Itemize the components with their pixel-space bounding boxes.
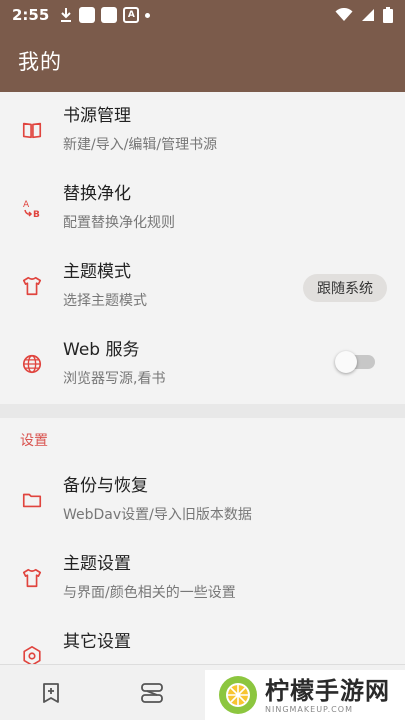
menu-item-backup-restore[interactable]: 备份与恢复 WebDav设置/导入旧版本数据 [0,462,405,540]
item-subtitle: 配置替换净化规则 [63,215,175,231]
status-time: 2:55 [12,6,50,24]
item-title: 其它设置 [63,632,131,652]
item-title: 书源管理 [63,106,131,126]
lemon-logo-icon [219,676,257,714]
item-title: 替换净化 [63,184,131,204]
signal-icon [362,9,374,21]
site-watermark: 柠檬手游网 NINGMAKEUP.COM [205,670,405,720]
status-system-icons [335,7,393,23]
replace-icon: A B [20,196,44,220]
app-bar: 我的 [0,30,405,92]
wifi-icon [335,8,353,21]
item-title: 主题模式 [63,262,131,282]
page-title: 我的 [18,50,62,74]
nav-discover[interactable] [101,665,202,720]
item-subtitle: 与界面/颜色相关的一些设置 [63,585,236,601]
status-notification-icons: A [59,7,151,23]
settings-icon [20,644,44,664]
bookmark-add-icon [42,682,59,703]
theme-mode-selector[interactable]: 跟随系统 [303,274,387,302]
settings-section-header: 设置 [20,433,48,449]
item-title: 备份与恢复 [63,476,148,496]
status-bar: 2:55 A [0,0,405,30]
web-service-toggle[interactable] [335,351,375,373]
svg-text:B: B [33,210,40,220]
section-divider [0,404,405,418]
folder-icon [20,488,44,512]
watermark-title: 柠檬手游网 [265,676,390,705]
settings-section: 设置 备份与恢复 WebDav设置/导入旧版本数据 主题设置 与界面/颜色相关的… [0,418,405,664]
download-icon [61,8,72,22]
battery-icon [383,7,393,23]
menu-item-theme-mode[interactable]: 主题模式 选择主题模式 跟随系统 [0,248,405,326]
shirt-icon [20,274,44,298]
item-subtitle: 浏览器写源,看书 [63,371,166,387]
menu-item-replace-rule[interactable]: A B 替换净化 配置替换净化规则 [0,170,405,248]
svg-text:A: A [23,200,30,210]
item-title: 主题设置 [63,554,131,574]
main-content[interactable]: 书源管理 新建/导入/编辑/管理书源 A B 替换净化 配置替换净化规则 主题模… [0,92,405,664]
watermark-url: NINGMAKEUP.COM [265,704,353,714]
item-title: Web 服务 [63,340,140,360]
layers-icon [140,682,163,703]
item-subtitle: 新建/导入/编辑/管理书源 [63,137,218,153]
book-icon [20,118,44,142]
item-subtitle: 选择主题模式 [63,293,147,309]
shirt-icon [20,566,44,590]
menu-item-book-source[interactable]: 书源管理 新建/导入/编辑/管理书源 [0,92,405,170]
notification-app-icon-2 [101,7,118,23]
menu-item-other-settings[interactable]: 其它设置 [0,618,405,664]
toggle-knob [335,351,357,373]
more-notifications-dot [145,12,151,18]
notification-app-icon [79,7,96,23]
notification-a-icon: A [123,7,140,23]
menu-item-web-service[interactable]: Web 服务 浏览器写源,看书 [0,326,405,404]
menu-item-theme-settings[interactable]: 主题设置 与界面/颜色相关的一些设置 [0,540,405,618]
globe-icon [20,352,44,376]
nav-bookshelf[interactable] [0,665,101,720]
main-section: 书源管理 新建/导入/编辑/管理书源 A B 替换净化 配置替换净化规则 主题模… [0,92,405,404]
item-subtitle: WebDav设置/导入旧版本数据 [63,507,252,523]
